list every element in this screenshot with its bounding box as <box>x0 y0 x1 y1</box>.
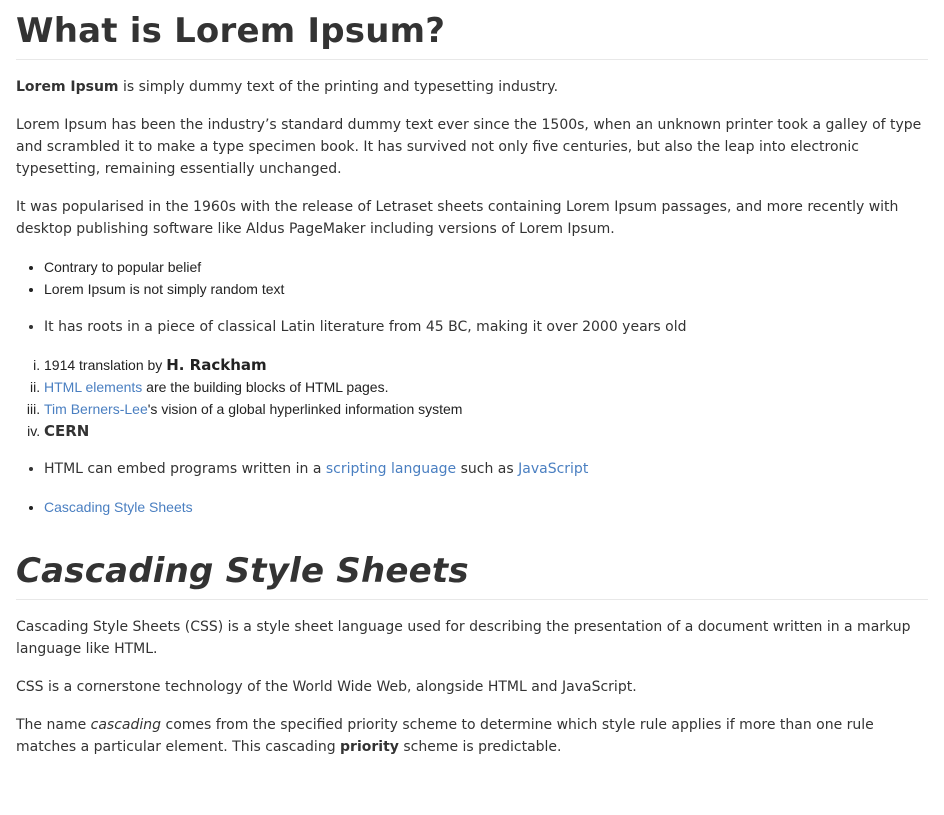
list-item: Lorem Ipsum is not simply random text <box>44 278 928 300</box>
intro-paragraph: Lorem Ipsum is simply dummy text of the … <box>16 76 928 98</box>
paragraph-text: The name <box>16 717 91 733</box>
css-paragraph-1: Cascading Style Sheets (CSS) is a style … <box>16 619 911 657</box>
intro-text: is simply dummy text of the printing and… <box>118 79 559 95</box>
intro-strong: Lorem Ipsum <box>16 79 119 95</box>
bullet-list-4: Cascading Style Sheets <box>16 496 928 518</box>
bullet-list-3: HTML can embed programs written in a scr… <box>16 458 928 480</box>
popularised-paragraph: It was popularised in the 1960s with the… <box>16 199 899 237</box>
ordered-item-text: 1914 translation by <box>44 357 167 373</box>
javascript-link[interactable]: JavaScript <box>518 461 588 477</box>
list-item-text: HTML can embed programs written in a <box>44 461 326 477</box>
page-title: What is Lorem Ipsum? <box>16 8 928 60</box>
ordered-item-1: 1914 translation by H. Rackham <box>44 354 928 376</box>
ordered-item-strong: H. Rackham <box>166 356 267 374</box>
list-item: Contrary to popular belief <box>44 256 928 278</box>
tim-berners-lee-link[interactable]: Tim Berners-Lee <box>44 401 148 417</box>
bullet-list-2: It has roots in a piece of classical Lat… <box>16 316 928 338</box>
priority-strong: priority <box>340 739 399 755</box>
cern-strong: CERN <box>44 422 90 440</box>
css-paragraph-2: CSS is a cornerstone technology of the W… <box>16 679 637 695</box>
ordered-list: 1914 translation by H. Rackham HTML elem… <box>16 354 928 442</box>
paragraph-text: scheme is predictable. <box>398 739 562 755</box>
html-elements-link[interactable]: HTML elements <box>44 379 142 395</box>
cascading-em: cascading <box>90 717 162 733</box>
ordered-item-text: are the building blocks of HTML pages. <box>142 379 389 395</box>
list-item: Cascading Style Sheets <box>44 496 928 518</box>
ordered-item-text: 's vision of a global hyperlinked inform… <box>147 401 463 417</box>
ordered-item-3: Tim Berners-Lee's vision of a global hyp… <box>44 398 928 420</box>
scripting-language-link[interactable]: scripting language <box>326 461 456 477</box>
ordered-item-2: HTML elements are the building blocks of… <box>44 376 928 398</box>
css-paragraph-3: The name cascading comes from the specif… <box>16 714 928 758</box>
css-link[interactable]: Cascading Style Sheets <box>44 499 193 515</box>
section-heading-css: Cascading Style Sheets <box>16 548 928 600</box>
ordered-item-4: CERN <box>44 420 928 442</box>
history-paragraph: Lorem Ipsum has been the industry’s stan… <box>16 117 922 177</box>
list-item-text: such as <box>456 461 519 477</box>
bullet-list-1: Contrary to popular belief Lorem Ipsum i… <box>16 256 928 300</box>
list-item: HTML can embed programs written in a scr… <box>44 458 928 480</box>
list-item: It has roots in a piece of classical Lat… <box>44 316 928 338</box>
